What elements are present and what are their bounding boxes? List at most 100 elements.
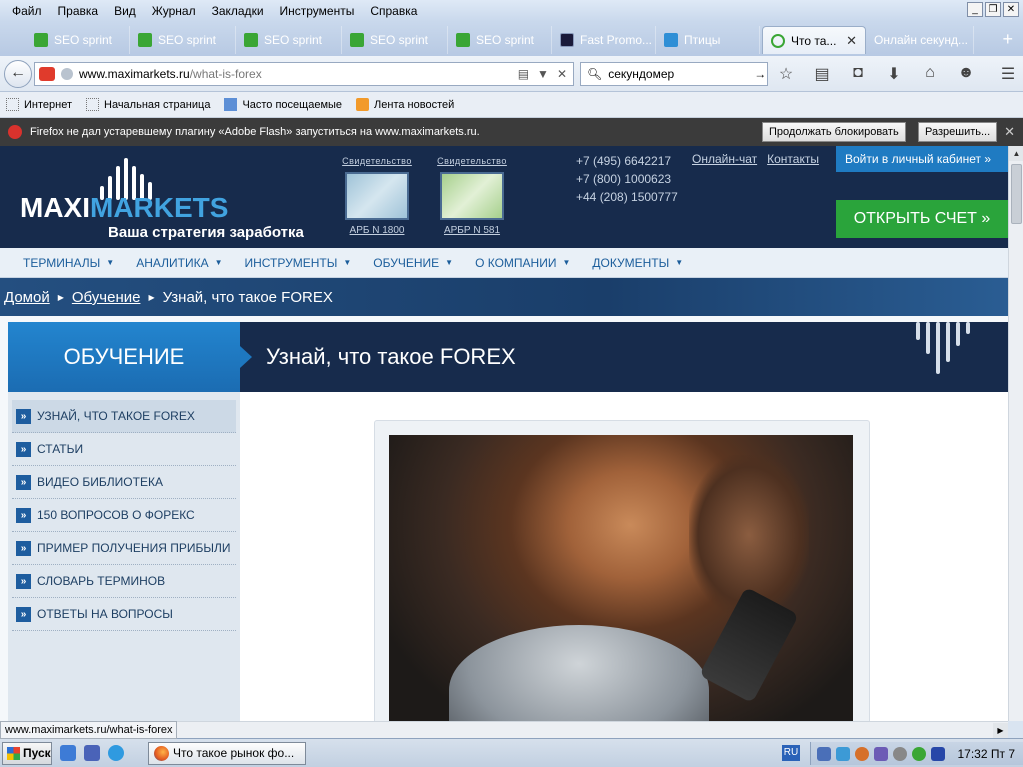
url-bar[interactable]: www.maximarkets.ru/what-is-forex ▤ ▼ ✕	[34, 62, 574, 86]
windows-flag-icon	[7, 747, 20, 760]
tray-icon[interactable]	[893, 746, 907, 761]
tray-icon[interactable]	[855, 746, 869, 761]
close-notification-icon[interactable]: ✕	[1004, 124, 1015, 140]
menu-edit[interactable]: Правка	[50, 4, 107, 18]
stop-loading-icon[interactable]: ✕	[557, 67, 567, 81]
tray-icon[interactable]	[931, 746, 945, 761]
nav-analytics[interactable]: АНАЛИТИКА ▼	[125, 256, 233, 270]
new-tab-icon[interactable]: +	[1002, 30, 1013, 48]
search-go-icon[interactable]: →	[754, 67, 766, 81]
restore-icon[interactable]: ❐	[985, 2, 1001, 17]
downloads-icon[interactable]: ⬇	[884, 64, 904, 84]
menu-file[interactable]: Файл	[4, 4, 50, 18]
page-title: Узнай, что такое FOREX	[266, 344, 516, 369]
tab-online-stopwatch[interactable]: Онлайн секунд...	[866, 26, 974, 54]
back-button[interactable]: ←	[4, 60, 32, 88]
minimize-icon[interactable]: _	[967, 2, 983, 17]
internet-explorer-icon[interactable]	[108, 745, 124, 761]
login-cabinet-button[interactable]: Войти в личный кабинет »	[836, 146, 1008, 172]
scroll-right-icon[interactable]: ▶	[993, 723, 1008, 738]
bookmarks-list-icon[interactable]: ▤	[812, 64, 832, 84]
bookmark-home-page[interactable]: Начальная страница	[86, 98, 210, 111]
scroll-thumb[interactable]	[1011, 164, 1022, 224]
tab-seo-sprint-2[interactable]: SEO sprint	[130, 26, 236, 54]
home-icon[interactable]: ⌂	[920, 64, 940, 84]
tray-icon[interactable]	[874, 746, 888, 761]
bookmark-news-feed[interactable]: Лента новостей	[356, 98, 454, 111]
search-input[interactable]	[608, 67, 749, 81]
nav-about[interactable]: О КОМПАНИИ ▼	[464, 256, 581, 270]
language-indicator[interactable]: RU	[782, 745, 800, 761]
start-button[interactable]: Пуск	[2, 742, 52, 765]
nav-education[interactable]: ОБУЧЕНИЕ ▼	[362, 256, 464, 270]
quick-launch-icon[interactable]	[60, 745, 76, 761]
bookmark-most-visited[interactable]: Часто посещаемые	[224, 98, 342, 111]
tray-icon[interactable]	[912, 746, 926, 761]
page-viewport: MAXIMARKETS Ваша стратегия заработка Сви…	[0, 146, 1008, 721]
bookmark-star-icon[interactable]: ☆	[776, 64, 796, 84]
menu-history[interactable]: Журнал	[144, 4, 204, 18]
nav-terminals[interactable]: ТЕРМИНАЛЫ ▼	[12, 256, 125, 270]
tab-current[interactable]: Что та... ✕	[762, 26, 866, 54]
certificate-arbr[interactable]: Свидетельство АРБР N 581	[433, 156, 511, 236]
double-chevron-icon: »	[984, 152, 992, 166]
sidebar-item-articles[interactable]: » СТАТЬИ	[12, 433, 236, 466]
banner-bars-icon	[916, 322, 970, 374]
sidebar-item-glossary[interactable]: » СЛОВАРЬ ТЕРМИНОВ	[12, 565, 236, 598]
seo-sprint-favicon-icon	[138, 33, 152, 47]
search-bar: 🔍︎ →	[580, 62, 768, 86]
caret-down-icon: ▼	[562, 258, 571, 267]
hamburger-menu-icon[interactable]: ☰	[998, 64, 1018, 84]
globe-icon	[61, 68, 73, 80]
shirt-shape	[449, 625, 709, 721]
tab-birds[interactable]: Птицы	[656, 26, 760, 54]
continue-blocking-button[interactable]: Продолжать блокировать	[762, 122, 906, 142]
reader-view-icon[interactable]: ▤	[518, 67, 529, 81]
breadcrumb-separator-icon: ▶	[148, 293, 155, 302]
notification-text: Firefox не дал устаревшему плагину «Adob…	[30, 126, 480, 138]
sidebar-item-150-questions[interactable]: » 150 ВОПРОСОВ О ФОРЕКС	[12, 499, 236, 532]
taskbar-firefox-window[interactable]: Что такое рынок фо...	[148, 742, 306, 765]
close-tab-icon[interactable]: ✕	[846, 33, 857, 49]
save-disk-icon[interactable]	[84, 745, 100, 761]
tab-seo-sprint-4[interactable]: SEO sprint	[342, 26, 448, 54]
vertical-scrollbar[interactable]: ▲	[1008, 146, 1023, 721]
close-window-icon[interactable]: ✕	[1003, 2, 1019, 17]
menu-bookmarks[interactable]: Закладки	[204, 4, 272, 18]
certificate-arb[interactable]: Свидетельство АРБ N 1800	[338, 156, 416, 236]
allow-plugin-button[interactable]: Разрешить...	[918, 122, 998, 142]
tray-icon[interactable]	[817, 746, 831, 761]
sidebar-item-what-is-forex[interactable]: » УЗНАЙ, ЧТО ТАКОЕ FOREX	[12, 400, 236, 433]
breadcrumb-education[interactable]: Обучение	[72, 289, 141, 306]
tab-seo-sprint-3[interactable]: SEO sprint	[236, 26, 342, 54]
tab-seo-sprint-5[interactable]: SEO sprint	[448, 26, 552, 54]
sidebar-item-video-library[interactable]: » ВИДЕО БИБЛИОТЕКА	[12, 466, 236, 499]
tab-label: SEO sprint	[54, 33, 113, 47]
menu-view[interactable]: Вид	[106, 4, 144, 18]
pocket-icon[interactable]: ◘	[848, 64, 868, 84]
menu-help[interactable]: Справка	[362, 4, 425, 18]
sidebar-item-profit-example[interactable]: » ПРИМЕР ПОЛУЧЕНИЯ ПРИБЫЛИ	[12, 532, 236, 565]
online-chat-link[interactable]: Онлайн-чат	[692, 152, 757, 166]
chat-icon[interactable]: ☻	[956, 64, 976, 84]
open-account-button[interactable]: ОТКРЫТЬ СЧЕТ »	[836, 200, 1008, 238]
breadcrumb-home[interactable]: Домой	[4, 289, 50, 306]
sidebar-item-faq[interactable]: » ОТВЕТЫ НА ВОПРОСЫ	[12, 598, 236, 631]
site-identity-icon[interactable]	[39, 67, 55, 81]
seo-sprint-favicon-icon	[456, 33, 470, 47]
contacts-link[interactable]: Контакты	[767, 152, 819, 166]
tab-seo-sprint-1[interactable]: SEO sprint	[26, 26, 130, 54]
tab-fast-promo[interactable]: Fast Promo...	[552, 26, 656, 54]
menu-tools[interactable]: Инструменты	[272, 4, 363, 18]
dropdown-history-icon[interactable]: ▼	[537, 67, 549, 81]
nav-documents[interactable]: ДОКУМЕНТЫ ▼	[581, 256, 694, 270]
double-chevron-icon: »	[16, 474, 31, 490]
fast-promo-favicon-icon	[560, 33, 574, 47]
scroll-up-icon[interactable]: ▲	[1009, 146, 1023, 161]
bookmark-internet[interactable]: Интернет	[6, 98, 72, 111]
tray-icon[interactable]	[836, 746, 850, 761]
section-title: ОБУЧЕНИЕ	[8, 322, 240, 392]
nav-instruments[interactable]: ИНСТРУМЕНТЫ ▼	[234, 256, 363, 270]
site-logo[interactable]: MAXIMARKETS Ваша стратегия заработка	[20, 158, 320, 241]
clock[interactable]: 17:32 Пт 7	[958, 747, 1023, 761]
